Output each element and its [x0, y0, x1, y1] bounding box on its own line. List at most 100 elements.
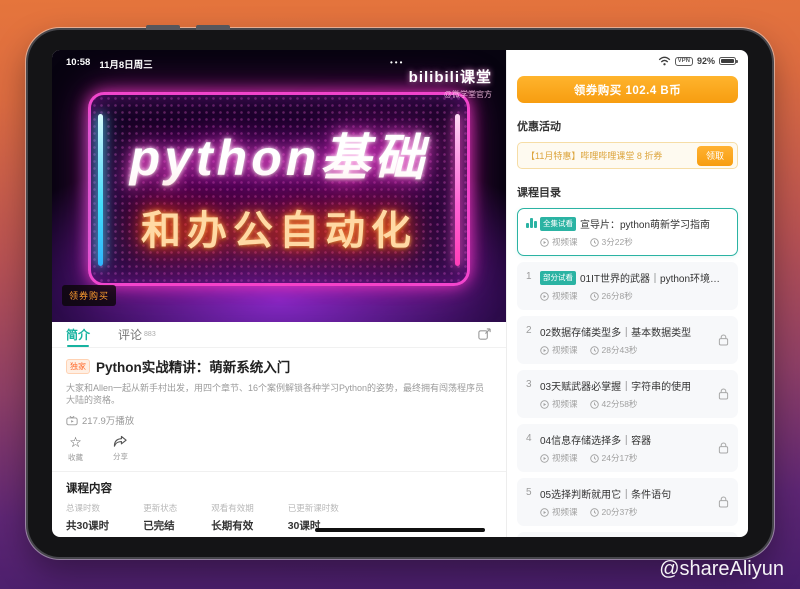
lock-icon [718, 388, 729, 400]
playing-bars-icon [526, 217, 540, 228]
catalog-item[interactable]: 6 06重复工作必杀技｜循环语句 视频课 [517, 532, 738, 537]
vpn-badge: VPN [675, 57, 693, 66]
item-index: 1 [526, 271, 540, 282]
video-play-icon [540, 346, 549, 355]
coupon-row: 【11月特惠】哔哩哔哩课堂 8 折券 领取 [517, 142, 738, 169]
banner-coupon-badge[interactable]: 领券购买 [62, 285, 116, 306]
favorite-button[interactable]: ☆ 收藏 [68, 435, 83, 463]
wifi-icon [658, 56, 671, 66]
battery-icon [719, 57, 736, 66]
tab-comments[interactable]: 评论883 [118, 322, 156, 347]
bilibili-class-logo: bilibili课堂 @微学堂官方 [409, 66, 492, 100]
item-meta: 视频课 3分22秒 [540, 236, 729, 248]
banner-title: python基础 和办公自动化 [52, 118, 506, 256]
item-type: 视频课 [552, 398, 578, 410]
course-banner-video[interactable]: python基础 和办公自动化 bilibili课堂 @微学堂官方 领券购买 1… [52, 50, 506, 322]
home-indicator[interactable] [315, 528, 485, 533]
status-bar-left: 10:58 11月8日周三 [66, 57, 153, 71]
info-col-validity: 观看有效期 长期有效 [211, 502, 254, 533]
catalog-list: 全集试看 宣导片：python萌新学习指南 视频课 3分22秒 [517, 208, 738, 537]
share-icon [113, 435, 128, 449]
item-type: 视频课 [552, 452, 578, 464]
divider [52, 471, 506, 472]
item-meta: 视频课 20分37秒 [540, 506, 712, 518]
lock-icon [718, 496, 729, 508]
promo-heading: 优惠活动 [517, 118, 738, 134]
item-badge: 全集试看 [540, 217, 576, 231]
status-bar-right: VPN 92% [658, 56, 736, 66]
item-duration: 24分17秒 [602, 452, 638, 464]
item-index: 2 [526, 325, 540, 336]
item-title: 01IT世界的武器｜python环境搭建_第一个 [580, 270, 729, 285]
content-info-heading: 课程内容 [52, 480, 506, 496]
video-play-icon [540, 508, 549, 517]
catalog-item[interactable]: 3 03天赋武器必掌握｜字符串的使用 视频课 [517, 370, 738, 418]
item-title: 03天赋武器必掌握｜字符串的使用 [540, 378, 691, 393]
play-count-icon [66, 415, 78, 426]
catalog-heading: 课程目录 [517, 184, 738, 200]
tablet-device: python基础 和办公自动化 bilibili课堂 @微学堂官方 领券购买 1… [28, 30, 772, 557]
catalog-item[interactable]: 1 部分试看 01IT世界的武器｜python环境搭建_第一个 视频课 [517, 262, 738, 310]
item-title: 02数据存储类型多｜基本数据类型 [540, 324, 691, 339]
share-panel-icon[interactable] [477, 327, 492, 342]
item-type: 视频课 [552, 236, 578, 248]
catalog-item[interactable]: 4 04信息存储选择多｜容器 视频课 [517, 424, 738, 472]
play-count-row: 217.9万播放 [52, 413, 506, 427]
catalog-item[interactable]: 5 05选择判断就用它｜条件语句 视频课 [517, 478, 738, 526]
item-index: 4 [526, 433, 540, 444]
video-play-icon [540, 238, 549, 247]
clock-icon [590, 292, 599, 301]
item-index: 5 [526, 487, 540, 498]
screen: python基础 和办公自动化 bilibili课堂 @微学堂官方 领券购买 1… [52, 50, 748, 537]
volume-down-button [196, 25, 230, 30]
info-col-total: 总课时数 共30课时 [66, 502, 109, 533]
coupon-text: 【11月特惠】哔哩哔哩课堂 8 折券 [526, 149, 662, 162]
claim-coupon-button[interactable]: 领取 [697, 146, 733, 166]
catalog-item[interactable]: 全集试看 宣导片：python萌新学习指南 视频课 3分22秒 [517, 208, 738, 256]
item-duration: 20分37秒 [602, 506, 638, 518]
main-column: python基础 和办公自动化 bilibili课堂 @微学堂官方 领券购买 1… [52, 50, 506, 537]
item-duration: 28分43秒 [602, 344, 638, 356]
video-play-icon [540, 292, 549, 301]
status-menu-dots: ••• [390, 58, 404, 67]
item-meta: 视频课 28分43秒 [540, 344, 712, 356]
item-meta: 视频课 24分17秒 [540, 452, 712, 464]
watermark: @shareAliyun [659, 558, 784, 581]
lock-icon [718, 334, 729, 346]
banner-line2: 和办公自动化 [52, 198, 506, 256]
share-button[interactable]: 分享 [113, 435, 128, 463]
item-type: 视频课 [552, 506, 578, 518]
catalog-item[interactable]: 2 02数据存储类型多｜基本数据类型 视频课 [517, 316, 738, 364]
course-title: Python实战精讲：萌新系统入门 [96, 356, 290, 376]
item-type: 视频课 [552, 344, 578, 356]
item-duration: 3分22秒 [602, 236, 633, 248]
video-play-icon [540, 400, 549, 409]
battery-percent: 92% [697, 56, 715, 66]
item-meta: 视频课 42分58秒 [540, 398, 712, 410]
lock-icon [718, 442, 729, 454]
video-play-icon [540, 454, 549, 463]
item-type: 视频课 [552, 290, 578, 302]
item-badge: 部分试看 [540, 271, 576, 285]
info-col-status: 更新状态 已完结 [143, 502, 177, 533]
play-count: 217.9万播放 [82, 413, 134, 427]
status-date: 11月8日周三 [99, 57, 152, 71]
status-time: 10:58 [66, 57, 90, 71]
banner-line1: python基础 [52, 118, 506, 190]
tab-intro[interactable]: 简介 [66, 322, 90, 347]
buy-with-coupon-button[interactable]: 领券购买 102.4 B币 [517, 76, 738, 103]
purchase-sidebar: VPN 92% 领券购买 102.4 B币 优惠活动 【11月特惠】哔哩哔哩课堂… [506, 50, 748, 537]
item-duration: 42分58秒 [602, 398, 638, 410]
course-description: 大家和Allen一起从新手村出发，用四个章节、16个案例解锁各种学习Python… [52, 382, 506, 406]
item-title: 05选择判断就用它｜条件语句 [540, 486, 671, 501]
item-duration: 26分8秒 [602, 290, 633, 302]
clock-icon [590, 238, 599, 247]
clock-icon [590, 454, 599, 463]
clock-icon [590, 346, 599, 355]
star-icon: ☆ [69, 435, 82, 450]
clock-icon [590, 400, 599, 409]
tab-bar: 简介 评论883 [52, 322, 506, 348]
item-title: 宣导片：python萌新学习指南 [580, 216, 710, 231]
item-meta: 视频课 26分8秒 [540, 290, 729, 302]
item-title: 04信息存储选择多｜容器 [540, 432, 651, 447]
